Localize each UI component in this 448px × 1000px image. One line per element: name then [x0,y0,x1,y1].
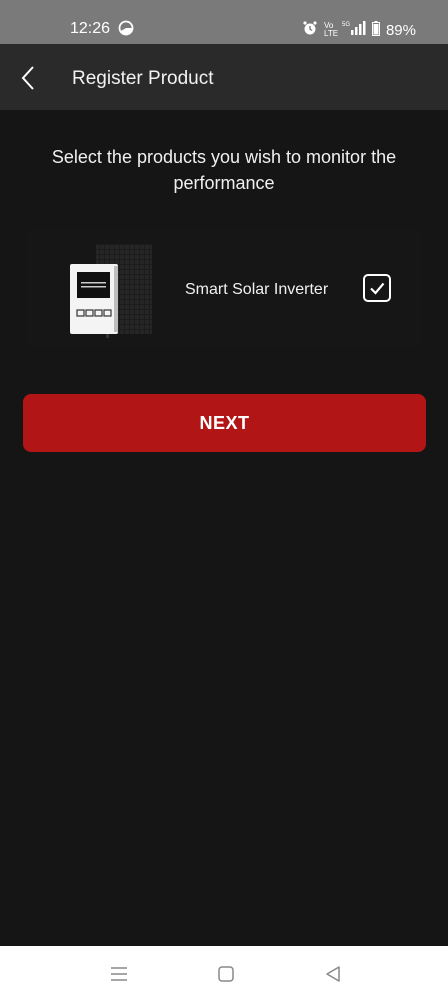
page-title: Register Product [72,68,214,89]
instruction-text: Select the products you wish to monitor … [51,147,397,193]
check-icon [370,282,385,295]
menu-button[interactable] [107,962,131,986]
chevron-left-icon [21,66,34,90]
back-button[interactable] [14,63,44,93]
battery-icon [371,20,380,40]
status-bar: 12:26 Vo LTE 5G 89% [0,0,448,44]
battery-percent: 89% [385,21,416,39]
next-button[interactable]: NEXT [23,394,426,452]
nav-back-button[interactable] [321,962,345,986]
product-name: Smart Solar Inverter [185,281,329,298]
product-checkbox[interactable] [363,274,391,302]
back-icon [326,966,340,982]
alarm-icon [302,20,318,40]
solar-inverter-image [70,240,154,340]
app-header: Register Product [0,44,448,110]
home-button[interactable] [214,962,238,986]
main-content: Select the products you wish to monitor … [0,110,448,946]
menu-icon [111,967,127,981]
sync-icon [118,20,134,41]
home-icon [218,966,234,982]
signal-icon: 5G [342,21,366,39]
system-nav-bar [0,946,448,1000]
volte-icon: Vo LTE [323,21,339,38]
product-item[interactable]: Smart Solar Inverter [26,230,422,346]
status-icons: Vo LTE 5G 89% [302,20,416,40]
status-time: 12:26 [70,20,111,37]
svg-text:5G: 5G [342,22,350,28]
